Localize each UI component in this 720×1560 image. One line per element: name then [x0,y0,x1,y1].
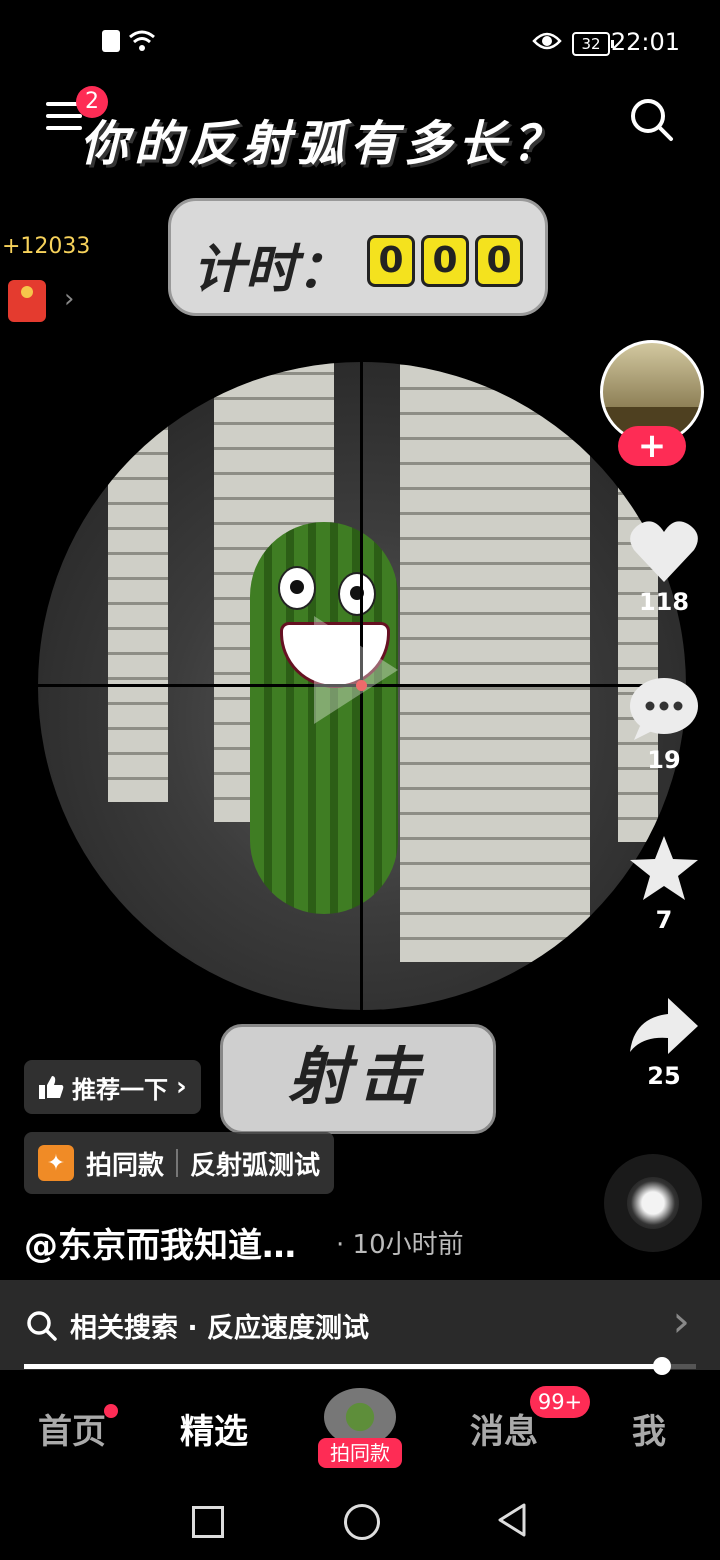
search-icon[interactable] [628,96,674,142]
chevron-right-icon: › [176,1072,187,1102]
post-time: · 10小时前 [336,1230,464,1260]
timer-digit: 0 [421,235,469,287]
battery-indicator: 32 [572,32,614,56]
share-button[interactable]: 25 [620,994,708,1090]
timer-digit: 0 [475,235,523,287]
related-search-text[interactable]: 相关搜索 · 反应速度测试 [70,1306,369,1345]
video-scope-view[interactable] [38,362,686,1010]
share-count: 25 [647,1062,681,1090]
status-time: 22:01 [610,28,680,56]
like-count: 118 [638,588,690,616]
red-packet-icon[interactable] [8,280,46,322]
timer-digit: 0 [367,235,415,287]
music-disc[interactable] [604,1154,702,1252]
eye-icon [532,32,562,50]
home-button[interactable] [344,1504,380,1540]
heart-icon [630,521,698,582]
template-action: 拍同款 [86,1150,165,1181]
notification-alert-icon [102,30,120,52]
template-name: 反射弧测试 [190,1150,321,1181]
author-name[interactable]: @东京而我知道… [24,1218,296,1267]
wifi-icon [129,30,155,51]
follow-button[interactable]: + [618,426,686,466]
video-progress-bar[interactable] [24,1357,696,1375]
related-search-icon [27,1311,57,1341]
timer-label: 计时： [193,240,350,300]
side-chevron-icon[interactable]: › [64,284,74,314]
favorite-count: 7 [655,906,673,934]
coin-count: +12033 [2,234,91,259]
comment-icon [630,678,698,740]
thumbs-up-icon [39,1076,64,1099]
messages-badge: 99+ [530,1386,590,1418]
play-icon[interactable] [314,616,398,724]
nav-me[interactable]: 我 [632,1404,666,1453]
shoot-button[interactable]: 射击 [220,1024,496,1134]
timer-digits: 0 0 0 [367,235,523,287]
nav-home[interactable]: 首页 [38,1404,106,1453]
recent-apps-button[interactable] [192,1506,224,1538]
nav-featured[interactable]: 精选 [180,1404,248,1453]
create-label[interactable]: 拍同款 [318,1438,402,1468]
nav-messages[interactable]: 消息 [470,1404,538,1453]
favorite-button[interactable]: 7 [620,834,708,934]
sparkle-icon: ✦ [38,1145,74,1181]
video-title: 你的反射弧有多长？ [80,116,567,172]
star-icon [630,836,698,900]
timer-panel: 计时： 0 0 0 [168,198,548,316]
related-chevron-icon[interactable]: › [672,1296,690,1347]
comment-count: 19 [647,746,681,774]
recommend-chip[interactable]: 推荐一下 › [24,1060,201,1114]
like-button[interactable]: 118 [620,520,708,616]
back-button[interactable] [496,1502,528,1538]
progress-thumb[interactable] [653,1357,672,1375]
share-arrow-icon [630,998,698,1054]
home-notification-dot [104,1404,118,1418]
recommend-label: 推荐一下 [72,1075,168,1104]
template-chip[interactable]: ✦ 拍同款 反射弧测试 [24,1132,335,1194]
comment-button[interactable]: 19 [620,676,708,774]
progress-fill [24,1364,663,1369]
chip-divider [176,1149,179,1177]
